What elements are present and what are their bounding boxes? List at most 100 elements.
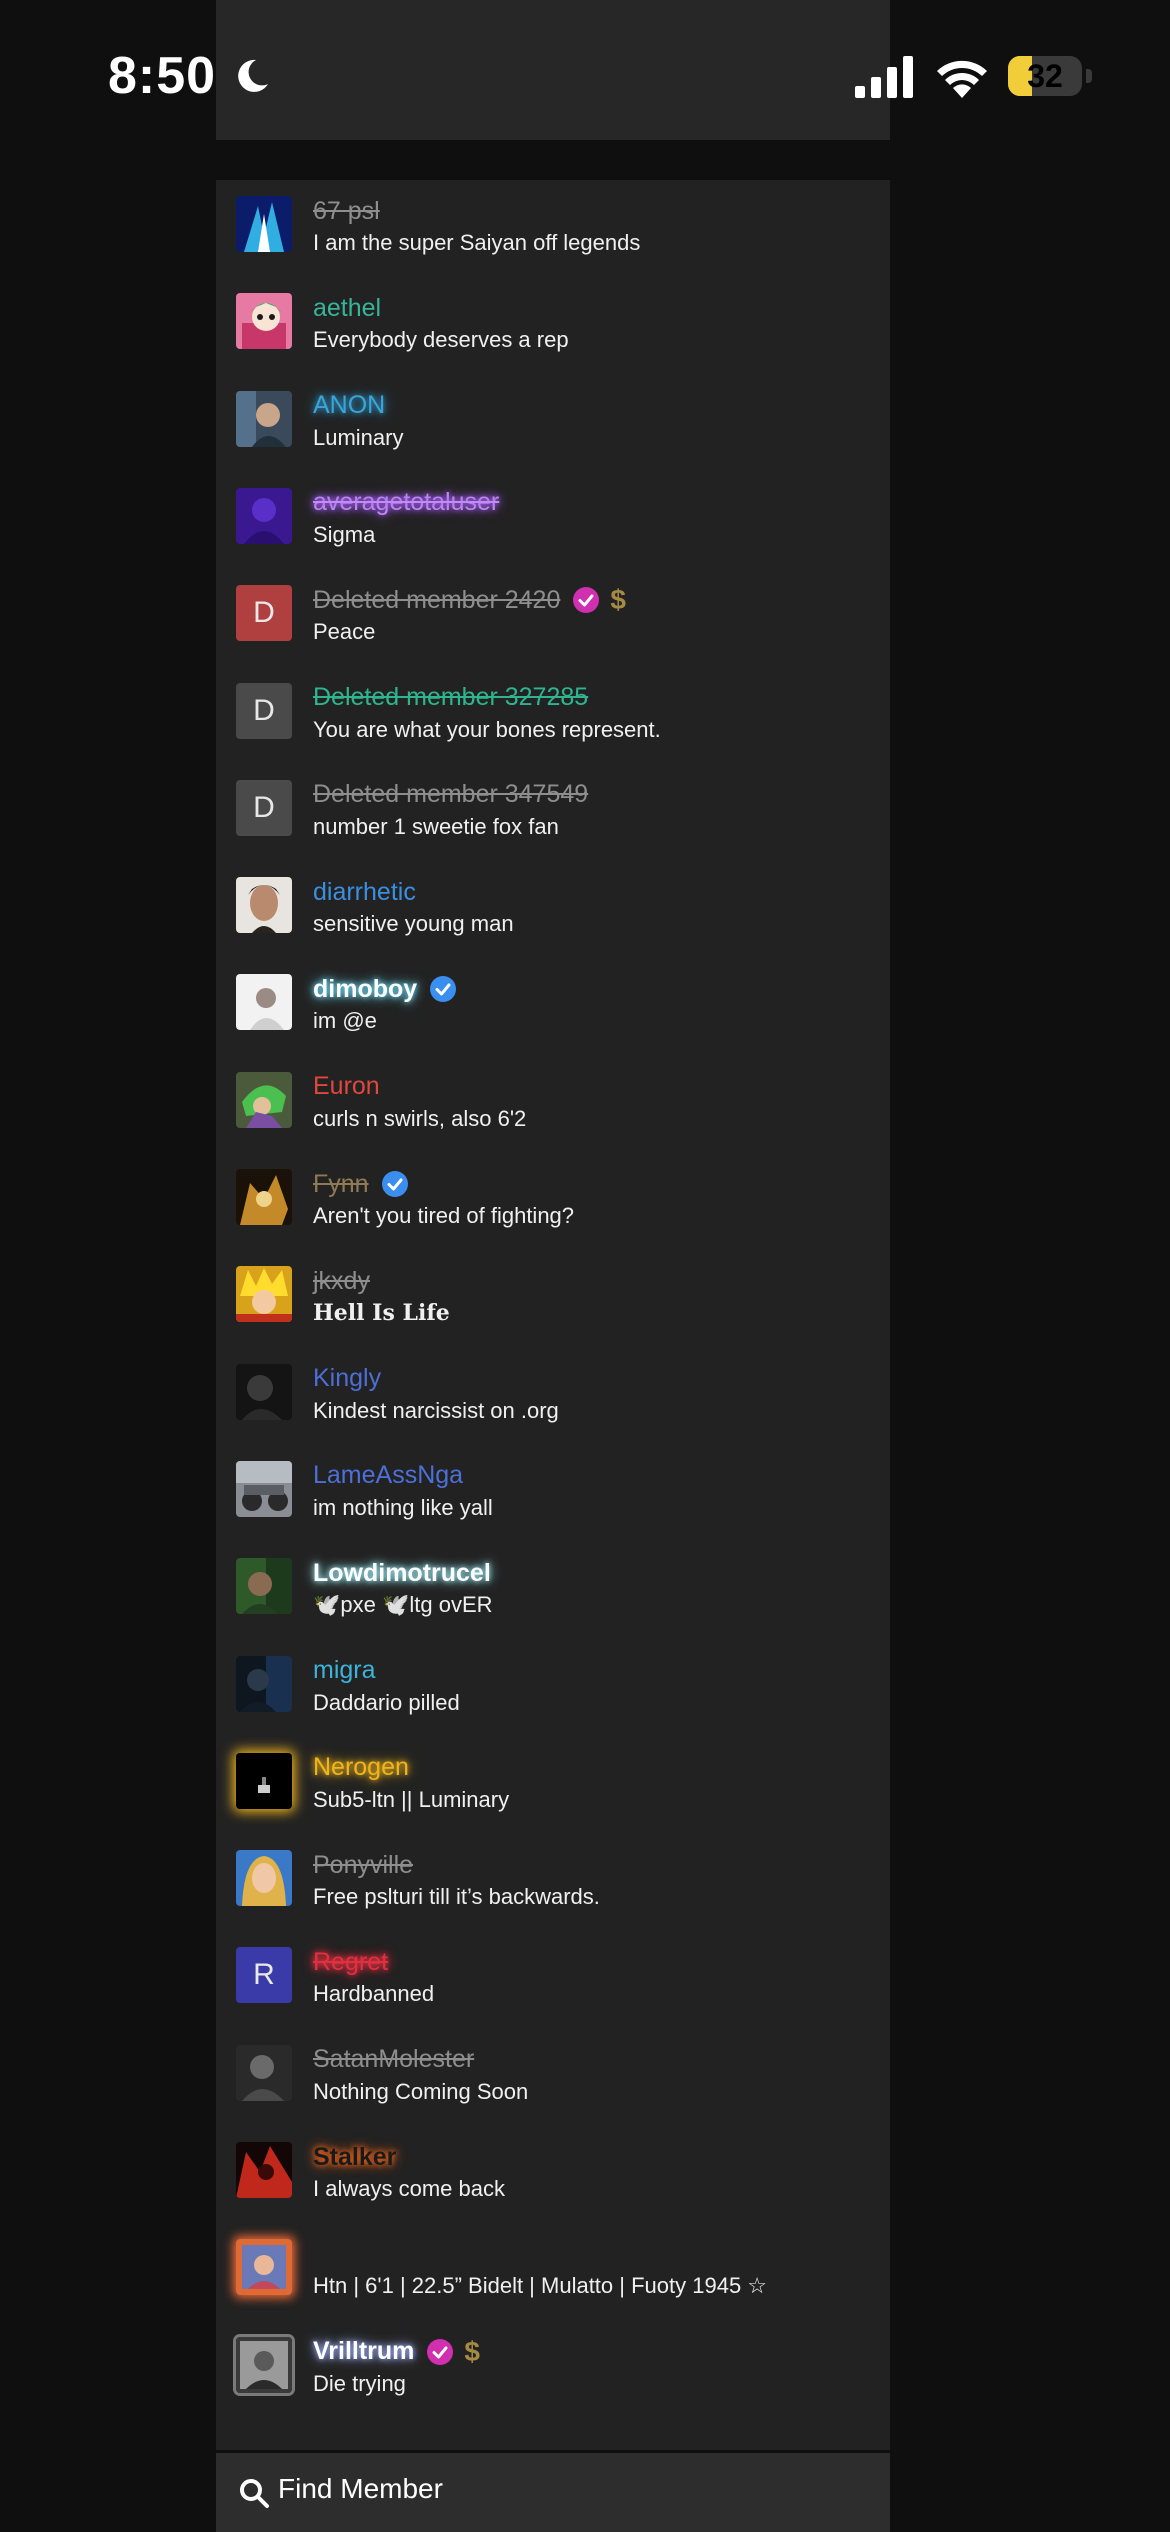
avatar[interactable] xyxy=(236,974,292,1031)
avatar[interactable] xyxy=(236,293,292,350)
member-name[interactable]: Regret xyxy=(313,1948,388,1977)
member-row[interactable]: LameAssNga im nothing like yall xyxy=(216,1451,890,1548)
member-name-row: Kingly xyxy=(313,1362,381,1396)
member-name-row: Stalker xyxy=(313,2140,396,2174)
member-name[interactable]: migra xyxy=(313,1656,376,1685)
member-name[interactable]: Fynn xyxy=(313,1170,369,1199)
member-name[interactable]: Stalker xyxy=(313,2143,396,2172)
member-name[interactable]: Kingly xyxy=(313,1364,381,1393)
member-name[interactable]: Deleted member 2420 xyxy=(313,586,560,615)
member-name[interactable]: SatanMolester xyxy=(313,2045,474,2074)
purple-avatar xyxy=(236,487,292,544)
member-row[interactable]: Lowdimotrucel 🕊️pxe 🕊️ltg ovER xyxy=(216,1548,890,1645)
member-bio: Die trying xyxy=(313,2370,406,2396)
member-name[interactable]: Deleted member 347549 xyxy=(313,780,588,809)
avatar[interactable] xyxy=(236,1169,292,1225)
cellular-signal-icon xyxy=(855,56,913,98)
moon-icon xyxy=(238,59,268,92)
avatar[interactable] xyxy=(236,877,292,934)
dollar-badge-icon: $ xyxy=(610,584,626,616)
member-row[interactable]: dimoboy im @e xyxy=(216,964,890,1061)
avatar[interactable] xyxy=(236,196,292,252)
avatar[interactable]: D xyxy=(236,779,292,836)
avatar[interactable]: R xyxy=(236,1947,292,2004)
member-bio: sensitive young man xyxy=(313,911,514,937)
member-name[interactable]: 67 psl xyxy=(313,197,380,226)
member-row[interactable]: Ponyville Free pslturi till it’s backward… xyxy=(216,1840,890,1937)
member-name[interactable]: Vrilltrum xyxy=(313,2337,414,2366)
avatar[interactable] xyxy=(236,1558,292,1615)
member-row[interactable]: migra Daddario pilled xyxy=(216,1646,890,1743)
member-name[interactable]: dimoboy xyxy=(313,975,417,1004)
member-name[interactable]: Euron xyxy=(313,1072,380,1101)
member-name-row: Nerogen xyxy=(313,1751,409,1785)
face-portrait-avatar xyxy=(236,877,292,934)
member-name-row: Deleted member 327285 xyxy=(313,681,588,715)
avatar[interactable] xyxy=(236,1363,292,1420)
red-dark-avatar xyxy=(236,2142,292,2198)
member-row[interactable]: D Deleted member 2420 $ Peace xyxy=(216,575,890,672)
member-name-row: ANON xyxy=(313,389,385,423)
member-row[interactable]: D Deleted member 327285 You are what your … xyxy=(216,673,890,770)
member-name[interactable]: Ponyville xyxy=(313,1851,413,1880)
member-row[interactable]: averagetotaluser Sigma xyxy=(216,478,890,575)
member-row[interactable]: SatanMolester Nothing Coming Soon xyxy=(216,2035,890,2132)
member-name[interactable]: jkxdy xyxy=(313,1267,370,1296)
member-row[interactable]: ANON Luminary xyxy=(216,381,890,478)
member-row[interactable]: diarrhetic sensitive young man xyxy=(216,867,890,964)
member-row[interactable]: Fynn Aren't you tired of fighting? xyxy=(216,1159,890,1256)
member-row[interactable]: Vrilltrum $ Die trying xyxy=(216,2327,890,2424)
member-row[interactable]: Htn | 6'1 | 22.5” Bidelt | Mulatto | Fuo… xyxy=(216,2229,890,2326)
white-photo-avatar xyxy=(236,974,292,1031)
avatar[interactable]: D xyxy=(236,682,292,739)
orange-frame-avatar xyxy=(236,2239,292,2296)
avatar[interactable]: D xyxy=(236,585,292,642)
status-bar: 8:50 32 xyxy=(0,0,1170,150)
member-name[interactable]: LameAssNga xyxy=(313,1461,463,1490)
avatar[interactable] xyxy=(236,1460,292,1517)
member-list[interactable]: 67 psl I am the super Saiyan off legends a… xyxy=(216,180,890,2450)
member-row[interactable]: 67 psl I am the super Saiyan off legends xyxy=(216,186,890,283)
member-row[interactable]: Stalker I always come back xyxy=(216,2132,890,2229)
member-name[interactable]: Nerogen xyxy=(313,1753,409,1782)
avatar[interactable] xyxy=(236,390,292,447)
avatar[interactable] xyxy=(236,2239,292,2296)
member-name[interactable]: diarrhetic xyxy=(313,878,416,907)
avatar[interactable] xyxy=(236,2336,292,2393)
member-name[interactable]: aethel xyxy=(313,294,381,323)
member-name-row: Fynn xyxy=(313,1167,409,1201)
avatar[interactable] xyxy=(236,487,292,544)
avatar[interactable] xyxy=(236,1266,292,1323)
member-name[interactable]: ANON xyxy=(313,391,385,420)
member-name-row: 67 psl xyxy=(313,194,380,228)
member-bio: Nothing Coming Soon xyxy=(313,2078,529,2104)
member-row[interactable]: Kingly Kindest narcissist on .org xyxy=(216,1354,890,1451)
avatar[interactable] xyxy=(236,1071,292,1128)
member-name[interactable]: averagetotaluser xyxy=(313,488,499,517)
member-row[interactable]: D Deleted member 347549 number 1 sweetie f… xyxy=(216,770,890,867)
member-name-row: diarrhetic xyxy=(313,875,416,909)
member-bio: 🕊️pxe 🕊️ltg ovER xyxy=(313,1592,493,1618)
member-bio: Sub5-ltn || Luminary xyxy=(313,1786,510,1812)
anime-pink-avatar xyxy=(236,293,292,350)
member-row[interactable]: R Regret Hardbanned xyxy=(216,1937,890,2034)
avatar[interactable] xyxy=(236,1752,292,1809)
member-row[interactable]: Nerogen Sub5-ltn || Luminary xyxy=(216,1743,890,1840)
member-name[interactable]: Lowdimotrucel xyxy=(313,1559,491,1588)
gray-frame-avatar xyxy=(236,2336,292,2393)
bw-portrait-avatar xyxy=(236,2044,292,2101)
member-row[interactable]: jkxdy Hell Is Life xyxy=(216,1256,890,1353)
avatar[interactable] xyxy=(236,1850,292,1907)
member-row[interactable]: aethel Everybody deserves a rep xyxy=(216,283,890,380)
find-member-label: Find Member xyxy=(278,2473,443,2504)
avatar[interactable] xyxy=(236,2142,292,2198)
avatar[interactable] xyxy=(236,2044,292,2101)
member-name-row: migra xyxy=(313,1654,376,1688)
member-row[interactable]: Euron curls n swirls, also 6'2 xyxy=(216,1062,890,1159)
member-bio: Daddario pilled xyxy=(313,1689,460,1715)
find-member-bar[interactable]: Find Member xyxy=(216,2453,890,2532)
member-name[interactable]: Deleted member 327285 xyxy=(313,683,588,712)
avatar[interactable] xyxy=(236,1655,292,1712)
green-photo-avatar xyxy=(236,1558,292,1615)
yellow-hair-avatar xyxy=(236,1266,292,1323)
